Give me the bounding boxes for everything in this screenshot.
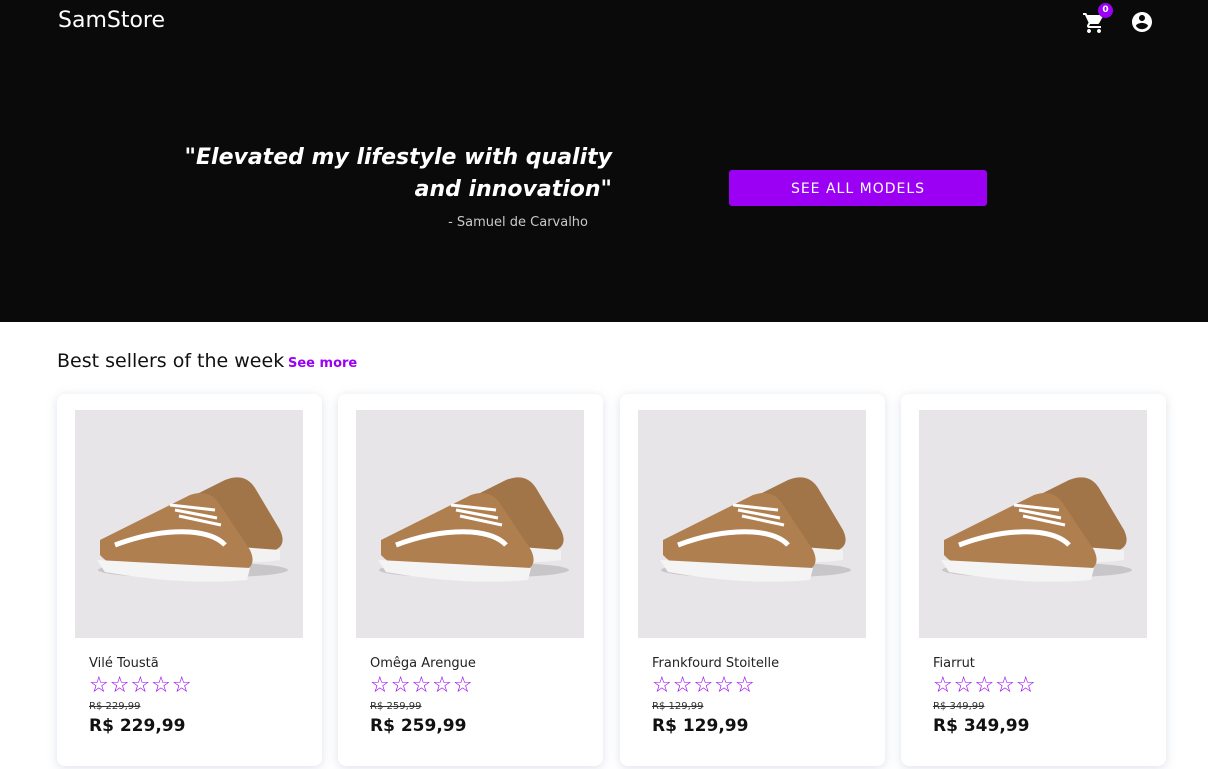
product-card[interactable]: Vilé Toustã ☆☆☆☆☆ R$ 229,99 R$ 229,99 bbox=[57, 394, 322, 766]
cart-count-badge: 0 bbox=[1098, 3, 1113, 18]
star-rating[interactable]: ☆☆☆☆☆ bbox=[89, 674, 193, 698]
product-card[interactable]: Fiarrut ☆☆☆☆☆ R$ 349,99 R$ 349,99 bbox=[901, 394, 1166, 766]
product-card[interactable]: Frankfourd Stoitelle ☆☆☆☆☆ R$ 129,99 R$ … bbox=[620, 394, 885, 766]
hero-quote: "Elevated my lifestyle with quality and … bbox=[184, 145, 612, 202]
old-price: R$ 229,99 bbox=[89, 701, 141, 712]
old-price: R$ 259,99 bbox=[370, 701, 422, 712]
hero-banner: SamStore 0 "Elevated my lifestyle with q… bbox=[0, 0, 1208, 322]
see-all-models-button[interactable]: SEE ALL MODELS bbox=[729, 170, 987, 206]
product-image[interactable] bbox=[638, 410, 866, 638]
store-logo[interactable]: SamStore bbox=[58, 8, 165, 33]
product-name[interactable]: Vilé Toustã bbox=[89, 656, 159, 671]
quote-author: - Samuel de Carvalho bbox=[448, 215, 588, 230]
old-price: R$ 129,99 bbox=[652, 701, 704, 712]
product-price: R$ 129,99 bbox=[652, 716, 749, 736]
product-price: R$ 229,99 bbox=[89, 716, 186, 736]
star-rating[interactable]: ☆☆☆☆☆ bbox=[933, 674, 1037, 698]
product-name[interactable]: Fiarrut bbox=[933, 656, 975, 671]
account-circle-icon[interactable] bbox=[1130, 10, 1154, 34]
old-price: R$ 349,99 bbox=[933, 701, 985, 712]
product-image[interactable] bbox=[75, 410, 303, 638]
product-image[interactable] bbox=[919, 410, 1147, 638]
star-rating[interactable]: ☆☆☆☆☆ bbox=[652, 674, 756, 698]
section-title: Best sellers of the week bbox=[57, 350, 285, 372]
product-name[interactable]: Frankfourd Stoitelle bbox=[652, 656, 779, 671]
see-more-link[interactable]: See more bbox=[288, 356, 357, 371]
star-rating[interactable]: ☆☆☆☆☆ bbox=[370, 674, 474, 698]
product-card[interactable]: Omêga Arengue ☆☆☆☆☆ R$ 259,99 R$ 259,99 bbox=[338, 394, 603, 766]
product-price: R$ 259,99 bbox=[370, 716, 467, 736]
product-image[interactable] bbox=[356, 410, 584, 638]
product-price: R$ 349,99 bbox=[933, 716, 1030, 736]
product-name[interactable]: Omêga Arengue bbox=[370, 656, 476, 671]
